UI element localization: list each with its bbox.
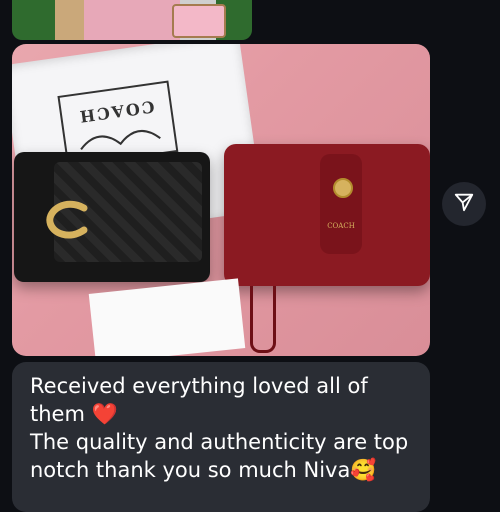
black-coach-bag [14,152,210,282]
turnlock [333,178,353,198]
red-bag-brand: COACH [327,222,355,230]
message-line-4-text: notch thank you so much Niva [30,458,351,482]
photo-content: COACH COACH [12,44,430,356]
bag-flap [320,154,362,254]
bag-strap [250,286,276,353]
message-line-2: them ❤️ [30,400,412,428]
smiling-face-with-hearts-emoji: 🥰 [350,458,377,482]
message-photo[interactable]: COACH COACH [12,44,430,356]
red-coach-bag: COACH [224,144,430,353]
message-bubble[interactable]: Received everything loved all of them ❤️… [12,362,430,512]
heart-emoji: ❤️ [91,402,118,426]
message-line-2-text: them [30,402,85,426]
gold-c-clasp [44,200,90,240]
message-line-4: notch thank you so much Niva🥰 [30,456,412,484]
message-line-1: Received everything loved all of [30,374,368,398]
message-line-3: The quality and authenticity are top [30,430,409,454]
pink-wallet-image [172,4,226,38]
top-photo-thumbnail[interactable] [12,0,252,40]
gift-box [88,278,246,356]
send-icon [453,191,475,217]
forward-button[interactable] [442,182,486,226]
